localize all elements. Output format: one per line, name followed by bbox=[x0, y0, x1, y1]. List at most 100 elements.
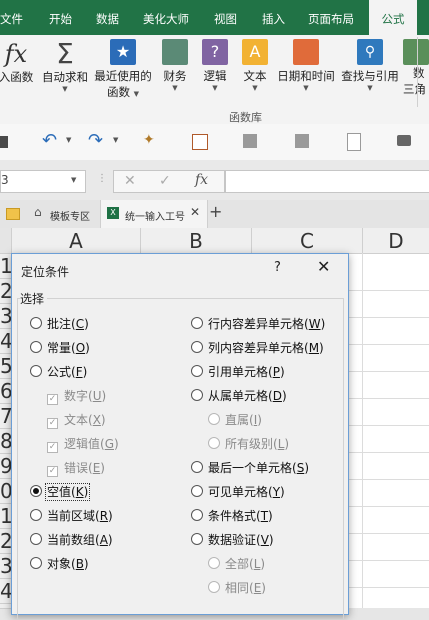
option-objects[interactable]: 对象(B) bbox=[30, 555, 89, 572]
formula-input[interactable] bbox=[225, 170, 429, 193]
folder-icon[interactable] bbox=[6, 208, 20, 220]
column-header-d[interactable]: D bbox=[363, 228, 429, 253]
option-blanks[interactable]: 空值(K) bbox=[30, 483, 91, 501]
option-conditional-formats[interactable]: 条件格式(T) bbox=[191, 507, 273, 524]
row-header[interactable]: 0 bbox=[0, 479, 11, 504]
row-header[interactable]: 5 bbox=[0, 604, 11, 609]
text-button[interactable]: A 文本 ▼ bbox=[240, 39, 270, 92]
row-header[interactable]: 2 bbox=[0, 279, 11, 304]
calendar-book-icon bbox=[293, 39, 319, 65]
text-a-book-icon: A bbox=[242, 39, 268, 65]
chevron-down-icon[interactable]: ▼ bbox=[66, 136, 71, 144]
cancel-icon[interactable]: ✕ bbox=[124, 173, 136, 189]
help-button[interactable]: ? bbox=[274, 260, 281, 275]
new-tab-icon[interactable]: + bbox=[209, 202, 222, 221]
option-data-validation[interactable]: 数据验证(V) bbox=[191, 531, 274, 548]
camera-icon[interactable] bbox=[397, 135, 411, 146]
row-header[interactable]: 9 bbox=[0, 454, 11, 479]
column-header-c[interactable]: C bbox=[252, 228, 363, 253]
tab-page-layout[interactable]: 页面布局 bbox=[308, 0, 354, 35]
name-box[interactable]: 3 ▼ bbox=[0, 170, 86, 193]
autosum-button[interactable]: Σ 自动求和 ▼ bbox=[40, 39, 90, 94]
datetime-button[interactable]: 日期和时间 ▼ bbox=[276, 39, 336, 92]
radio-button[interactable] bbox=[191, 365, 203, 377]
table-icon[interactable] bbox=[243, 134, 257, 148]
math-button[interactable]: 数 三角 bbox=[403, 39, 429, 97]
radio-button[interactable] bbox=[191, 461, 203, 473]
tab-insert[interactable]: 插入 bbox=[262, 0, 285, 35]
radio-button[interactable] bbox=[30, 533, 42, 545]
option-row-differences[interactable]: 行内容差异单元格(W) bbox=[191, 315, 325, 332]
tab-file[interactable]: 文件 bbox=[0, 0, 23, 35]
row-header[interactable]: 8 bbox=[0, 429, 11, 454]
chevron-down-icon: ▼ bbox=[303, 84, 309, 92]
chevron-down-icon[interactable]: ▼ bbox=[113, 136, 118, 144]
radio-button[interactable] bbox=[30, 557, 42, 569]
radio-button[interactable] bbox=[30, 317, 42, 329]
row-header[interactable]: 6 bbox=[0, 379, 11, 404]
option-last-cell[interactable]: 最后一个单元格(S) bbox=[191, 459, 309, 476]
tab-home[interactable]: 开始 bbox=[49, 0, 72, 35]
tab-view[interactable]: 视图 bbox=[214, 0, 237, 35]
select-all-corner[interactable] bbox=[0, 228, 12, 253]
row-header[interactable]: 2 bbox=[0, 529, 11, 554]
row-header[interactable]: 4 bbox=[0, 579, 11, 604]
chevron-down-icon: ▼ bbox=[252, 84, 258, 92]
math-label-1: 数 bbox=[413, 66, 425, 80]
option-column-differences[interactable]: 列内容差异单元格(M) bbox=[191, 339, 324, 356]
calendar-icon[interactable] bbox=[192, 134, 208, 150]
save-icon[interactable] bbox=[0, 136, 8, 148]
option-constants[interactable]: 常量(O) bbox=[30, 339, 90, 356]
radio-button[interactable] bbox=[191, 533, 203, 545]
close-button[interactable]: ✕ bbox=[317, 257, 330, 276]
logic-button[interactable]: ? 逻辑 ▼ bbox=[200, 39, 230, 92]
radio-button[interactable] bbox=[191, 317, 203, 329]
option-dependents[interactable]: 从属单元格(D) bbox=[191, 387, 287, 404]
row-header[interactable]: 1 bbox=[0, 254, 11, 279]
row-header[interactable]: 4 bbox=[0, 329, 11, 354]
tab-formulas[interactable]: 公式 bbox=[369, 0, 417, 35]
row-header[interactable]: 5 bbox=[0, 354, 11, 379]
radio-button[interactable] bbox=[191, 389, 203, 401]
chevron-down-icon[interactable]: ▼ bbox=[71, 176, 76, 184]
option-current-array[interactable]: 当前数组(A) bbox=[30, 531, 113, 548]
clipboard-icon[interactable] bbox=[347, 133, 361, 151]
radio-button[interactable] bbox=[30, 365, 42, 377]
formula-bar: 3 ▼ ⋮ ✕ ✓ fx bbox=[0, 160, 429, 201]
insert-function-button[interactable]: fx 入函数 bbox=[0, 39, 34, 85]
radio-button[interactable] bbox=[30, 341, 42, 353]
finance-button[interactable]: 财务 ▼ bbox=[160, 39, 190, 92]
format-painter-icon[interactable]: ✦ bbox=[143, 132, 155, 148]
math-book-icon bbox=[403, 39, 429, 65]
tab-data[interactable]: 数据 bbox=[96, 0, 119, 35]
home-icon: ⌂ bbox=[34, 205, 42, 219]
option-current-region[interactable]: 当前区域(R) bbox=[30, 507, 113, 524]
radio-button[interactable] bbox=[191, 485, 203, 497]
close-tab-icon[interactable]: ✕ bbox=[190, 205, 200, 219]
option-precedents[interactable]: 引用单元格(P) bbox=[191, 363, 285, 380]
row-header[interactable]: 3 bbox=[0, 554, 11, 579]
row-header[interactable]: 1 bbox=[0, 504, 11, 529]
column-header-b[interactable]: B bbox=[141, 228, 252, 253]
tab-workbook[interactable]: X 统一输入工号 ✕ bbox=[100, 200, 208, 228]
option-comments[interactable]: 批注(C) bbox=[30, 315, 89, 332]
recent-functions-button[interactable]: ★ 最近使用的 函数 ▼ bbox=[93, 39, 153, 100]
undo-icon[interactable]: ↶ bbox=[42, 130, 57, 151]
insert-function-icon[interactable]: fx bbox=[195, 172, 208, 188]
tab-beautify[interactable]: 美化大师 bbox=[143, 0, 189, 35]
radio-button[interactable] bbox=[191, 509, 203, 521]
row-header[interactable]: 7 bbox=[0, 404, 11, 429]
grid-icon[interactable] bbox=[295, 134, 309, 148]
option-formulas[interactable]: 公式(F) bbox=[30, 363, 87, 380]
confirm-icon[interactable]: ✓ bbox=[159, 173, 171, 189]
radio-button[interactable] bbox=[191, 341, 203, 353]
lookup-button[interactable]: ⚲ 查找与引用 ▼ bbox=[340, 39, 400, 92]
row-header[interactable]: 3 bbox=[0, 304, 11, 329]
column-header-a[interactable]: A bbox=[12, 228, 141, 253]
option-visible-cells[interactable]: 可见单元格(Y) bbox=[191, 483, 285, 500]
radio-button-selected[interactable] bbox=[30, 485, 42, 497]
tab-template-zone[interactable]: ⌂ 模板专区 bbox=[26, 200, 96, 228]
redo-icon[interactable]: ↷ bbox=[88, 130, 103, 151]
radio-button[interactable] bbox=[30, 509, 42, 521]
workbook-tab-label: 统一输入工号 bbox=[125, 212, 185, 223]
